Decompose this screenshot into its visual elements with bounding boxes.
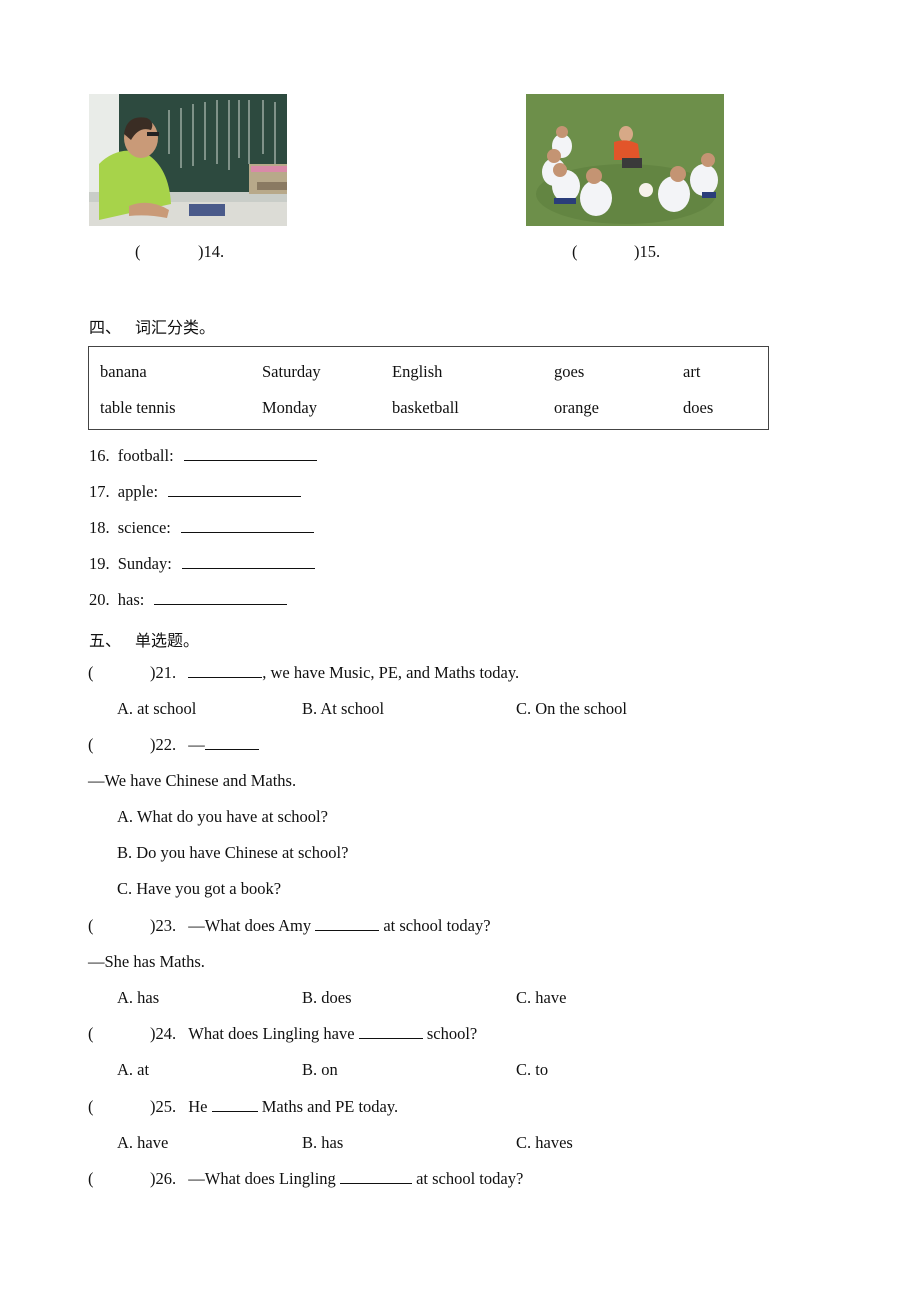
classify-item-19: 19. Sunday: [89,554,315,574]
question-number: )24. [150,1024,177,1043]
item-number: 16. [89,446,110,465]
question-14-paren-open: ( [135,242,141,261]
option-23-b[interactable]: B. does [302,988,352,1008]
question-text-end: at school today? [379,916,491,935]
option-23-c[interactable]: C. have [516,988,566,1008]
word-banana: banana [100,362,147,381]
item-word: has: [117,590,145,609]
answer-blank[interactable] [181,554,315,569]
option-25-b[interactable]: B. has [302,1133,343,1153]
question-26: )26. —What does Lingling at school today… [150,1169,523,1189]
question-text-end: school? [422,1024,478,1043]
word-english: English [392,362,443,381]
question-text-end: at school today? [411,1169,524,1188]
answer-blank[interactable] [183,446,317,461]
option-21-b[interactable]: B. At school [302,699,384,719]
question-22: )22. — [150,735,259,755]
answer-blank[interactable] [204,735,259,750]
man-at-chalkboard-photo [89,94,287,226]
answer-paren-26[interactable]: ( [88,1169,94,1189]
section-5-number: 五、 [89,631,122,650]
answer-blank[interactable] [188,663,263,678]
item-word: apple: [117,482,159,501]
classify-item-20: 20. has: [89,590,288,610]
word-goes: goes [554,362,585,381]
word-orange: orange [554,398,599,417]
item-number: 19. [89,554,110,573]
option-25-c[interactable]: C. haves [516,1133,573,1153]
question-number: )22. [150,735,177,754]
answer-blank[interactable] [315,916,380,931]
option-24-a[interactable]: A. at [117,1060,149,1080]
answer-paren-22[interactable]: ( [88,735,94,755]
question-text: —What does Lingling [188,1169,340,1188]
question-text: — [188,735,205,754]
answer-paren-23[interactable]: ( [88,916,94,936]
question-25: )25. He Maths and PE today. [150,1097,398,1117]
item-number: 17. [89,482,110,501]
item-word: Sunday: [117,554,172,573]
answer-blank[interactable] [181,518,315,533]
item-number: 18. [89,518,110,537]
option-24-c[interactable]: C. to [516,1060,548,1080]
section-4-number: 四、 [89,318,122,337]
option-21-a[interactable]: A. at school [117,699,196,719]
answer-paren-24[interactable]: ( [88,1024,94,1044]
classify-item-17: 17. apple: [89,482,302,502]
question-23: )23. —What does Amy at school today? [150,916,491,936]
classify-item-16: 16. football: [89,446,317,466]
question-text: What does Lingling have [188,1024,359,1043]
question-24: )24. What does Lingling have school? [150,1024,477,1044]
question-23-response: —She has Maths. [88,952,205,971]
answer-paren-25[interactable]: ( [88,1097,94,1117]
word-monday: Monday [262,398,317,417]
word-basketball: basketball [392,398,459,417]
question-number: )23. [150,916,177,935]
section-5-title: 单选题。 [135,631,200,650]
question-text: —What does Amy [188,916,316,935]
word-bank-box: banana Saturday English goes art table t… [88,346,769,430]
word-art: art [683,362,701,381]
option-22-b[interactable]: B. Do you have Chinese at school? [117,843,348,863]
answer-paren-21[interactable]: ( [88,663,94,683]
question-14-number: )14. [198,242,225,261]
answer-blank[interactable] [168,482,302,497]
question-number: )21. [150,663,177,682]
answer-blank[interactable] [211,1097,258,1112]
option-22-a[interactable]: A. What do you have at school? [117,807,328,827]
section-4-title: 词汇分类。 [135,318,216,337]
question-text-end: Maths and PE today. [257,1097,399,1116]
coach-with-kids-photo [526,94,724,226]
answer-blank[interactable] [358,1024,423,1039]
option-24-b[interactable]: B. on [302,1060,338,1080]
item-word: science: [117,518,171,537]
question-15-number: )15. [634,242,661,261]
item-number: 20. [89,590,110,609]
item-word: football: [117,446,174,465]
word-saturday: Saturday [262,362,321,381]
question-text: , we have Music, PE, and Maths today. [262,663,520,682]
word-table-tennis: table tennis [100,398,176,417]
question-text: He [188,1097,212,1116]
option-23-a[interactable]: A. has [117,988,159,1008]
answer-blank[interactable] [154,590,288,605]
option-25-a[interactable]: A. have [117,1133,168,1153]
option-21-c[interactable]: C. On the school [516,699,627,719]
question-number: )26. [150,1169,177,1188]
option-22-c[interactable]: C. Have you got a book? [117,879,281,899]
question-number: )25. [150,1097,177,1116]
question-15-paren-open: ( [572,242,578,261]
question-21: )21. , we have Music, PE, and Maths toda… [150,663,519,683]
word-does: does [683,398,714,417]
answer-blank[interactable] [339,1169,412,1184]
classify-item-18: 18. science: [89,518,315,538]
question-22-response: —We have Chinese and Maths. [88,771,297,790]
